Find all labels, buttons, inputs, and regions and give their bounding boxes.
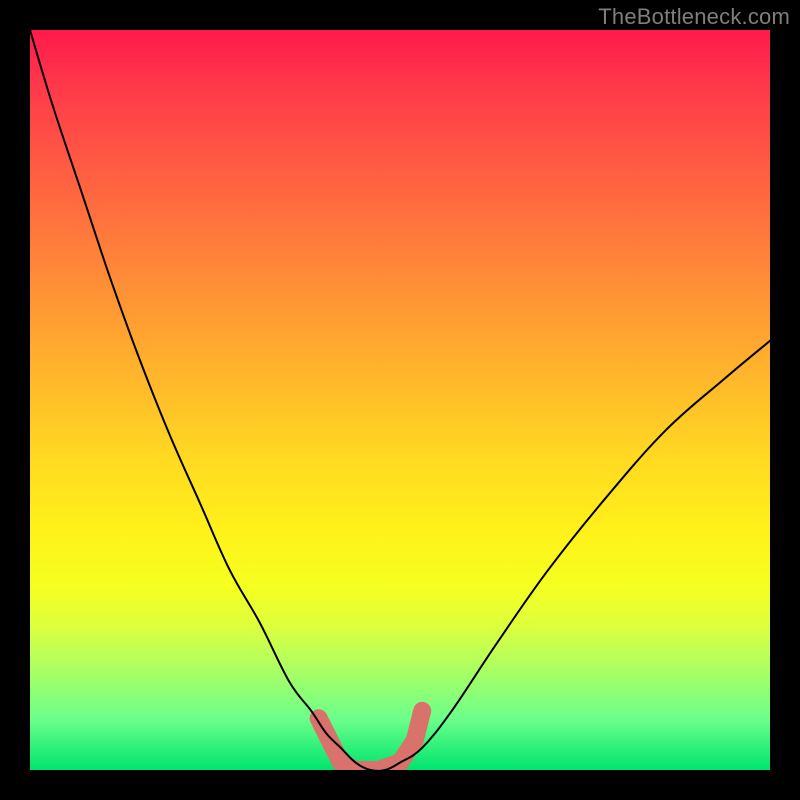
curve-layer (30, 30, 770, 770)
bottleneck-curve (30, 30, 770, 770)
plot-area (30, 30, 770, 770)
chart-frame: TheBottleneck.com (0, 0, 800, 800)
watermark-text: TheBottleneck.com (598, 4, 790, 30)
